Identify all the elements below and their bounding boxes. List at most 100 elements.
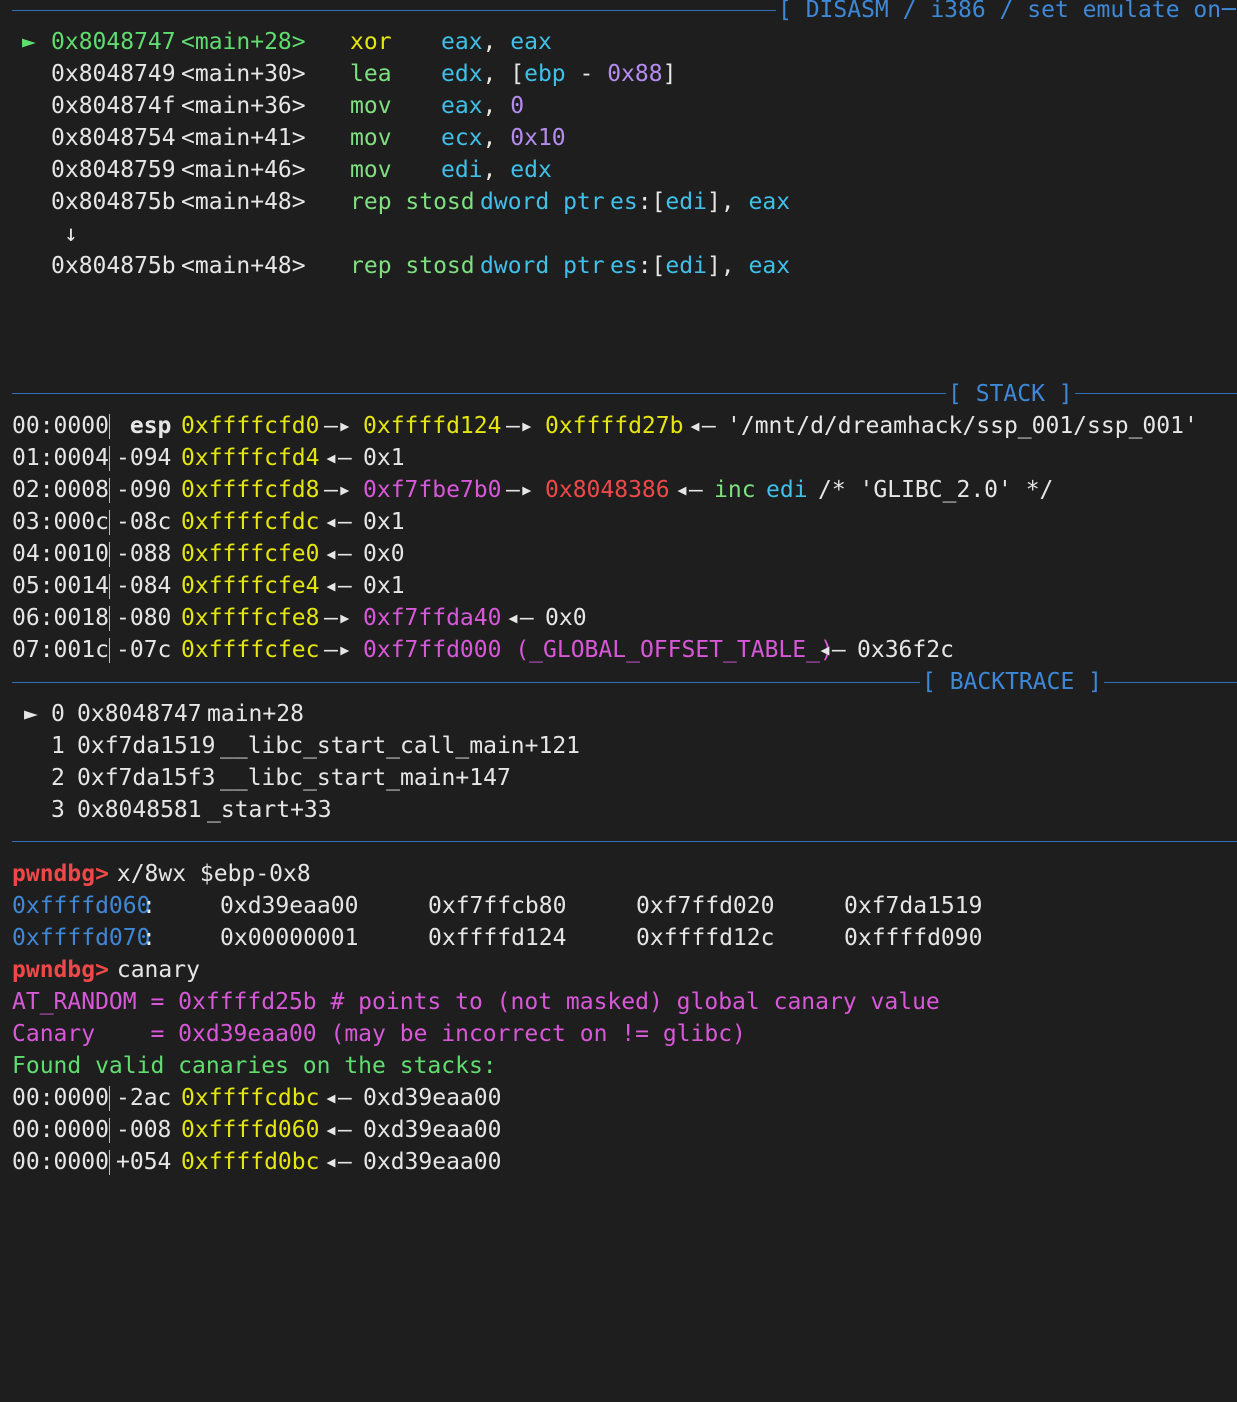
- memory-dump-row: 0xffffd060 : 0xd39eaa00 0xf7ffcb80 0xf7f…: [0, 890, 982, 922]
- stack-row: 03:000c -08c 0xffffcfdc ◂— 0x1: [0, 506, 405, 538]
- stack-address[interactable]: 0xffffcdbc: [181, 1082, 319, 1114]
- instruction-address[interactable]: 0x8048747: [51, 26, 176, 58]
- frame-symbol: __libc_start_main+147: [220, 765, 511, 791]
- stack-value: 0x36f2c: [857, 637, 954, 663]
- stack-address[interactable]: 0xffffcfdc: [181, 506, 319, 538]
- stack-offset: -2ac: [116, 1085, 172, 1111]
- pointer-value[interactable]: 0xf7ffd000 (_GLOBAL_OFFSET_TABLE_): [363, 634, 834, 666]
- pointer-value[interactable]: 0xffffd27b: [545, 410, 683, 442]
- deref-arrow-icon: ◂—: [324, 573, 352, 599]
- stack-address[interactable]: 0xffffd0bc: [181, 1146, 319, 1178]
- stack-offset: -090: [116, 477, 172, 503]
- deref-arrow-icon: ◂—: [324, 1149, 352, 1175]
- frame-symbol: main+28: [207, 701, 304, 727]
- backtrace-frame[interactable]: 1 0xf7da1519 __libc_start_call_main+121: [0, 730, 580, 762]
- memory-address[interactable]: 0xffffd060: [12, 890, 150, 922]
- instruction-symbol: <main+36>: [181, 93, 306, 119]
- memory-word: 0xf7da1519: [844, 893, 983, 919]
- column-divider: [109, 1118, 110, 1143]
- disasm-line: ► 0x8048747 <main+28> xor eax, eax: [0, 26, 552, 58]
- canary-value-line: Canary = 0xd39eaa00 (may be incorrect on…: [12, 1021, 746, 1047]
- disasm-line: 0x804875b <main+48> rep stosd dword ptr …: [0, 186, 790, 218]
- stack-address[interactable]: 0xffffd060: [181, 1114, 319, 1146]
- stack-address[interactable]: 0xffffcfd8: [181, 474, 319, 506]
- stack-address[interactable]: 0xffffcfd0: [181, 410, 319, 442]
- stack-index: 00:0000: [12, 1117, 109, 1143]
- stack-address[interactable]: 0xffffcfec: [181, 634, 319, 666]
- instruction-address[interactable]: 0x804875b: [51, 250, 176, 282]
- stack-index: 03:000c: [12, 509, 109, 535]
- disasm-line: 0x8048759 <main+46> mov edi, edx: [0, 154, 552, 186]
- frame-symbol: _start+33: [207, 797, 332, 823]
- backtrace-frame[interactable]: 2 0xf7da15f3 __libc_start_main+147: [0, 762, 511, 794]
- disasm-line: 0x8048749 <main+30> lea edx, [ebp - 0x88…: [0, 58, 676, 90]
- stack-offset: +054: [116, 1149, 172, 1175]
- stack-index: 07:001c: [12, 637, 109, 663]
- stack-index: 00:0000: [12, 413, 109, 439]
- stack-offset: -080: [116, 605, 172, 631]
- code-pointer-value[interactable]: 0x8048386: [545, 474, 670, 506]
- instruction-comment: /* 'GLIBC_2.0' */: [818, 477, 1054, 503]
- stack-address[interactable]: 0xffffcfe0: [181, 538, 319, 570]
- memory-word: 0x00000001: [220, 925, 359, 951]
- memory-address[interactable]: 0xffffd070: [12, 922, 150, 954]
- stack-index: 06:0018: [12, 605, 109, 631]
- frame-number: 3: [51, 797, 65, 823]
- stack-offset: -08c: [116, 509, 172, 535]
- frame-address: 0x8048581: [77, 797, 202, 823]
- stack-row: 04:0010 -088 0xffffcfe0 ◂— 0x0: [0, 538, 405, 570]
- stack-address[interactable]: 0xffffcfe8: [181, 602, 319, 634]
- stack-index: 04:0010: [12, 541, 109, 567]
- canary-value: 0xd39eaa00: [363, 1117, 502, 1143]
- deref-arrow-icon: ◂—: [506, 605, 534, 631]
- pwndbg-prompt: pwndbg>: [12, 861, 109, 887]
- canary-value: 0xd39eaa00: [363, 1149, 502, 1175]
- backtrace-frame[interactable]: ► 0 0x8048747 main+28: [0, 698, 304, 730]
- memory-word: 0xf7ffcb80: [428, 893, 567, 919]
- stack-row: 05:0014 -084 0xffffcfe4 ◂— 0x1: [0, 570, 405, 602]
- pointer-value[interactable]: 0xffffd124: [363, 410, 501, 442]
- column-divider: [109, 542, 110, 567]
- stack-address[interactable]: 0xffffcfd4: [181, 442, 319, 474]
- column-divider: [109, 606, 110, 631]
- memory-word: 0xf7ffd020: [636, 893, 775, 919]
- stack-address[interactable]: 0xffffcfe4: [181, 570, 319, 602]
- stack-register-label: esp: [116, 413, 172, 439]
- memory-colon: :: [142, 925, 156, 951]
- column-divider: [109, 446, 110, 471]
- pointer-value[interactable]: 0xf7fbe7b0: [363, 474, 501, 506]
- instruction-address[interactable]: 0x804875b: [51, 186, 176, 218]
- pointer-value[interactable]: 0xf7ffda40: [363, 602, 501, 634]
- command-text: canary: [103, 957, 200, 983]
- pointer-arrow-icon: —▸: [324, 637, 352, 663]
- deref-arrow-icon: ◂—: [324, 541, 352, 567]
- stack-value: 0x0: [363, 541, 405, 567]
- disasm-jump-arrow: ↓: [0, 218, 78, 250]
- instruction-address[interactable]: 0x8048749: [51, 58, 176, 90]
- frame-address: 0x8048747: [77, 701, 202, 727]
- instruction-operands: ecx, 0x10: [441, 125, 566, 151]
- pointer-arrow-icon: —▸: [324, 477, 352, 503]
- backtrace-frame[interactable]: 3 0x8048581 _start+33: [0, 794, 332, 826]
- canary-stack-row: 00:0000 -2ac 0xffffcdbc ◂— 0xd39eaa00: [0, 1082, 501, 1114]
- pwndbg-prompt: pwndbg>: [12, 957, 109, 983]
- disasm-line: 0x8048754 <main+41> mov ecx, 0x10: [0, 122, 566, 154]
- memory-dump-row: 0xffffd070 : 0x00000001 0xffffd124 0xfff…: [0, 922, 982, 954]
- pointer-arrow-icon: —▸: [324, 413, 352, 439]
- instruction-operands: eax, eax: [441, 29, 552, 55]
- stack-index: 02:0008: [12, 477, 109, 503]
- instruction-operand: edi: [766, 477, 808, 503]
- stack-offset: -088: [116, 541, 172, 567]
- instruction-mnemonic: rep stosd: [350, 253, 475, 279]
- command-line: pwndbg> x/8wx $ebp-0x8: [0, 858, 311, 890]
- current-frame-marker-icon: ►: [24, 701, 38, 727]
- instruction-address[interactable]: 0x8048754: [51, 122, 176, 154]
- instruction-address[interactable]: 0x8048759: [51, 154, 176, 186]
- instruction-symbol: <main+48>: [181, 253, 306, 279]
- instruction-address[interactable]: 0x804874f: [51, 90, 176, 122]
- memory-word: 0xffffd090: [844, 925, 983, 951]
- stack-row: 01:0004 -094 0xffffcfd4 ◂— 0x1: [0, 442, 405, 474]
- stack-row: 00:0000 esp 0xffffcfd0 —▸ 0xffffd124 —▸ …: [0, 410, 1198, 442]
- column-divider: [109, 1086, 110, 1111]
- column-divider: [109, 478, 110, 503]
